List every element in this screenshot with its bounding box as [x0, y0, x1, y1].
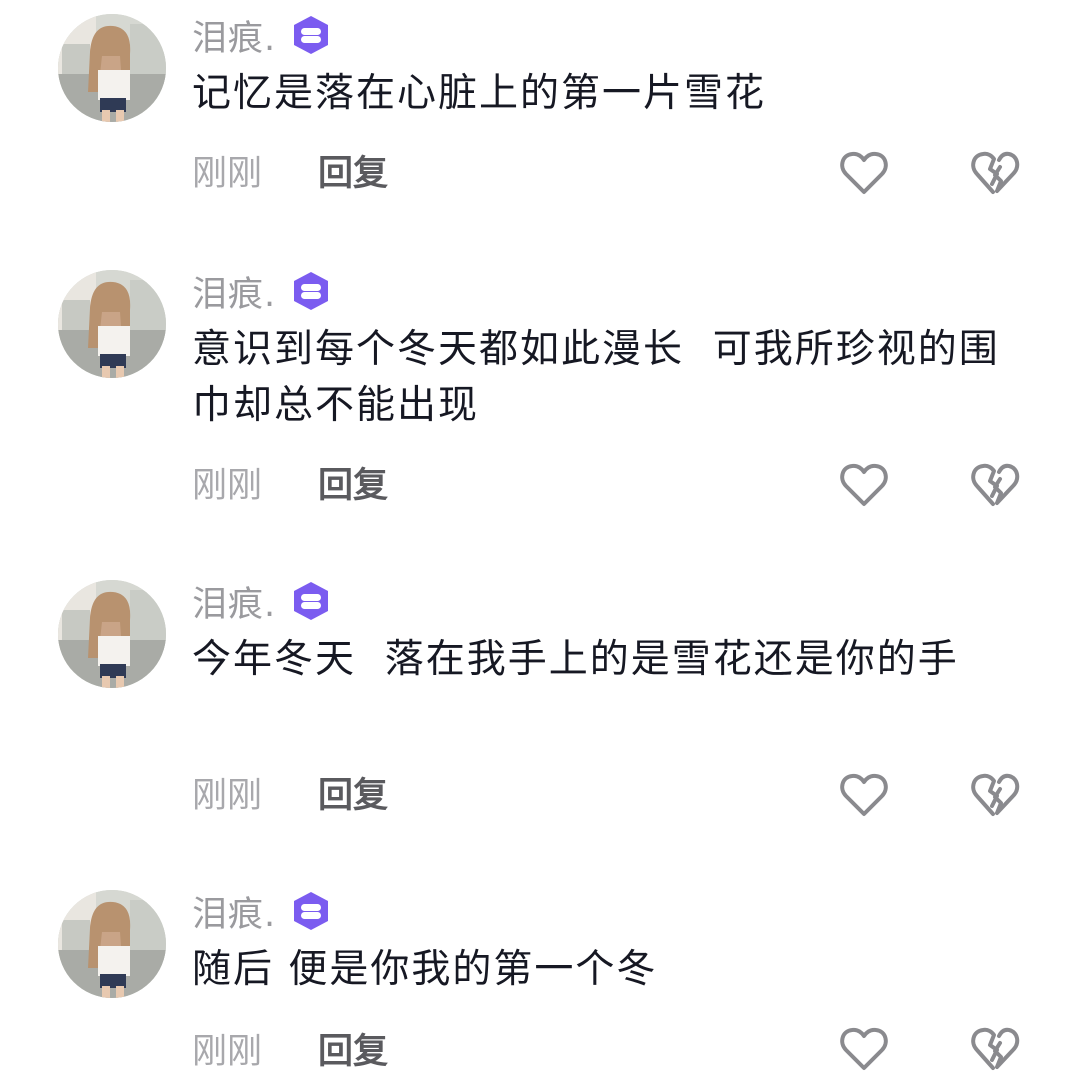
- broken-heart-icon[interactable]: [970, 1026, 1020, 1072]
- purple-chat-badge-icon: [294, 272, 329, 310]
- username[interactable]: 泪痕.: [192, 10, 276, 61]
- broken-heart-icon[interactable]: [970, 772, 1020, 818]
- purple-chat-badge-icon: [294, 582, 329, 620]
- comment-text: 记忆是落在心脏上的第一片雪花: [192, 71, 767, 116]
- avatar[interactable]: [58, 14, 166, 122]
- comment-time: 刚刚: [192, 154, 263, 194]
- broken-heart-icon[interactable]: [970, 462, 1020, 508]
- username[interactable]: 泪痕.: [192, 886, 276, 937]
- heart-outline-icon[interactable]: [839, 1026, 889, 1072]
- comment-header: 泪痕.: [192, 886, 332, 936]
- comment-time: 刚刚: [192, 1032, 263, 1072]
- reply-button[interactable]: 回复: [318, 1032, 388, 1072]
- comment-header: 泪痕.: [192, 576, 332, 626]
- heart-outline-icon[interactable]: [839, 462, 889, 508]
- reply-button[interactable]: 回复: [318, 776, 388, 816]
- broken-heart-icon[interactable]: [970, 150, 1020, 196]
- comment-header: 泪痕.: [192, 266, 332, 316]
- comment-text: 意识到每个冬天都如此漫长 可我所珍视的围巾却总不能出现: [192, 327, 1000, 428]
- username[interactable]: 泪痕.: [192, 266, 276, 317]
- username[interactable]: 泪痕.: [192, 576, 276, 627]
- comment-time: 刚刚: [192, 776, 263, 816]
- heart-outline-icon[interactable]: [839, 150, 889, 196]
- comment-text: 随后 便是你我的第一个冬: [192, 947, 658, 992]
- comment-header: 泪痕.: [192, 10, 332, 60]
- purple-chat-badge-icon: [294, 16, 329, 54]
- purple-chat-badge-icon: [294, 892, 329, 930]
- comment-text: 今年冬天 落在我手上的是雪花还是你的手: [192, 637, 959, 682]
- heart-outline-icon[interactable]: [839, 772, 889, 818]
- avatar[interactable]: [58, 890, 166, 998]
- reply-button[interactable]: 回复: [318, 466, 388, 506]
- avatar[interactable]: [58, 270, 166, 378]
- comment-time: 刚刚: [192, 466, 263, 506]
- avatar[interactable]: [58, 580, 166, 688]
- reply-button[interactable]: 回复: [318, 154, 388, 194]
